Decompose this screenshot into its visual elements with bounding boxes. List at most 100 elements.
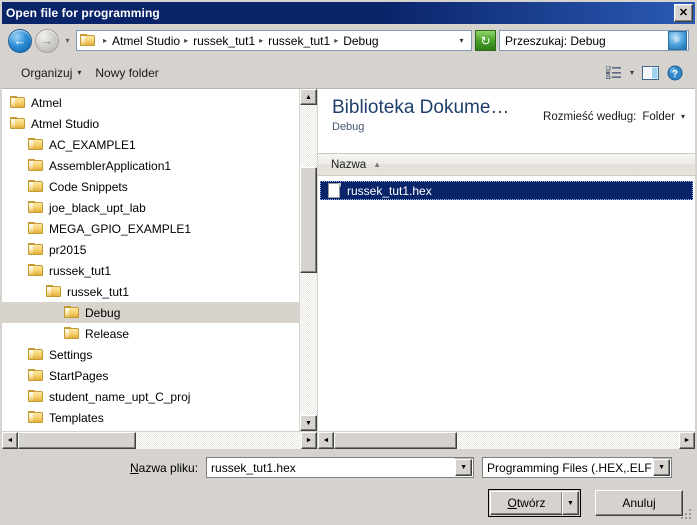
file-type-select[interactable]: Programming Files (.HEX,.ELF ) ▼ [482, 457, 673, 478]
tree-item-templates[interactable]: Templates [2, 407, 299, 428]
navigation-pane: Atmel Atmel Studio AC_EXAMPLE1 AssemblerApp… [2, 89, 318, 449]
list-view-icon [605, 66, 621, 79]
breadcrumb-item-3[interactable]: Debug [341, 34, 380, 48]
filename-input[interactable]: russek_tut1.hex ▼ [206, 457, 475, 478]
folder-tree[interactable]: Atmel Atmel Studio AC_EXAMPLE1 AssemblerApp… [2, 89, 299, 431]
sort-ascending-icon: ▲ [373, 159, 382, 169]
scroll-thumb[interactable] [18, 432, 136, 449]
scroll-track[interactable] [18, 432, 301, 449]
tree-item-code-snippets[interactable]: Code Snippets [2, 176, 299, 197]
new-folder-button[interactable]: Nowy folder [88, 63, 165, 83]
scroll-up-button[interactable]: ▲ [300, 89, 317, 105]
column-header-name[interactable]: Nazwa [331, 159, 366, 171]
chevron-down-icon[interactable]: ▼ [653, 459, 671, 476]
folder-icon [28, 222, 44, 235]
dialog-footer: Nazwa pliku: russek_tut1.hex ▼ Programmi… [2, 449, 695, 523]
back-button[interactable]: ← [8, 28, 32, 53]
scroll-left-button[interactable]: ◄ [318, 432, 334, 449]
organize-label: Organizuj [21, 65, 73, 80]
close-icon[interactable]: ✕ [674, 4, 693, 22]
folder-icon [28, 264, 44, 277]
arrange-by-value: Folder [642, 111, 675, 123]
page-title: Biblioteka Dokume… [332, 97, 510, 118]
tree-item-debug[interactable]: Debug [2, 302, 299, 323]
resize-grip[interactable] [680, 509, 692, 521]
search-icon[interactable]: ⌕ [668, 31, 687, 50]
view-mode-button[interactable] [602, 63, 626, 82]
chevron-down-icon[interactable]: ▾ [454, 36, 469, 45]
breadcrumb-separator-2: ▸ [259, 35, 264, 45]
tree-item-label: Code Snippets [49, 179, 128, 194]
tree-item-label: joe_black_upt_lab [49, 200, 146, 215]
tree-item-label: Templates [49, 410, 104, 425]
chevron-down-icon[interactable]: ▼ [455, 459, 473, 476]
search-placeholder: Przeszukaj: Debug [505, 33, 606, 48]
tree-item-mega-gpio-example1[interactable]: MEGA_GPIO_EXAMPLE1 [2, 218, 299, 239]
tree-item-release[interactable]: Release [2, 323, 299, 344]
svg-text:?: ? [672, 69, 678, 80]
window-title: Open file for programming [6, 6, 160, 20]
tree-item-label: student_name_upt_C_proj [49, 389, 191, 404]
filename-label-rest: azwa pliku: [138, 460, 199, 475]
folder-icon [28, 138, 44, 151]
open-dropdown-icon[interactable]: ▼ [562, 491, 579, 515]
scroll-track[interactable] [334, 432, 679, 449]
tree-item-label: StartPages [49, 368, 109, 383]
breadcrumb-separator-0: ▸ [103, 35, 108, 45]
tree-item-russek-tut1[interactable]: russek_tut1 [2, 260, 299, 281]
preview-pane-button[interactable] [638, 63, 663, 83]
arrange-by-control[interactable]: Rozmieść według: Folder ▾ [543, 97, 685, 123]
filename-row: Nazwa pliku: russek_tut1.hex ▼ Programmi… [12, 457, 685, 478]
history-dropdown-icon[interactable]: ▾ [62, 36, 73, 45]
breadcrumb-item-1[interactable]: russek_tut1 [191, 34, 257, 48]
tree-item-joe-black-upt-lab[interactable]: joe_black_upt_lab [2, 197, 299, 218]
forward-button[interactable]: → [35, 28, 59, 53]
tree-item-russek-tut1[interactable]: russek_tut1 [2, 281, 299, 302]
scroll-left-button[interactable]: ◄ [2, 432, 18, 449]
tree-item-label: Release [85, 326, 130, 341]
folder-icon [28, 159, 44, 172]
scroll-thumb[interactable] [300, 167, 317, 273]
tree-item-assemblerapplication1[interactable]: AssemblerApplication1 [2, 155, 299, 176]
scroll-thumb[interactable] [334, 432, 457, 449]
refresh-icon[interactable]: ↻ [475, 30, 496, 51]
tree-item-label: MEGA_GPIO_EXAMPLE1 [49, 221, 192, 236]
tree-item-settings[interactable]: Settings [2, 344, 299, 365]
folder-icon [80, 34, 96, 47]
file-list[interactable]: russek_tut1.hex [318, 176, 695, 431]
scroll-down-button[interactable]: ▼ [300, 415, 317, 431]
tree-item-ac-example1[interactable]: AC_EXAMPLE1 [2, 134, 299, 155]
library-titles: Biblioteka Dokume… Debug [332, 97, 543, 134]
scroll-right-button[interactable]: ► [301, 432, 317, 449]
organize-button[interactable]: Organizuj ▾ [14, 63, 88, 83]
tree-vertical-scrollbar[interactable]: ▲ ▼ [299, 89, 317, 431]
address-bar[interactable]: ▸ Atmel Studio ▸ russek_tut1 ▸ russek_tu… [76, 30, 472, 51]
view-mode-dropdown[interactable]: ▾ [626, 66, 638, 80]
tree-item-label: Settings [49, 347, 93, 362]
open-button[interactable]: Otwórz [490, 491, 562, 515]
file-list-horizontal-scrollbar[interactable]: ◄ ► [318, 431, 695, 449]
tree-item-atmel-studio[interactable]: Atmel Studio [2, 113, 299, 134]
search-input[interactable]: Przeszukaj: Debug ⌕ [499, 30, 689, 51]
tree-item-student-name-upt-c-proj[interactable]: student_name_upt_C_proj [2, 386, 299, 407]
scroll-right-button[interactable]: ► [679, 432, 695, 449]
folder-icon [28, 180, 44, 193]
tree-item-startpages[interactable]: StartPages [2, 365, 299, 386]
help-button[interactable]: ? [663, 62, 687, 84]
tree-horizontal-scrollbar[interactable]: ◄ ► [2, 431, 317, 449]
breadcrumb-item-0[interactable]: Atmel Studio [110, 34, 182, 48]
breadcrumb-item-2[interactable]: russek_tut1 [266, 34, 332, 48]
tree-item-label: russek_tut1 [49, 263, 112, 278]
open-button-accel: O [507, 496, 517, 510]
filename-value[interactable]: russek_tut1.hex [207, 458, 456, 477]
file-list-item[interactable]: russek_tut1.hex [320, 181, 693, 200]
scroll-track[interactable] [300, 105, 317, 415]
tree-item-atmel[interactable]: Atmel [2, 92, 299, 113]
tree-item-label: pr2015 [49, 242, 87, 257]
open-split-button[interactable]: Otwórz ▼ [488, 489, 581, 517]
folder-icon [28, 201, 44, 214]
tree-item-pr2015[interactable]: pr2015 [2, 239, 299, 260]
tree-wrapper: Atmel Atmel Studio AC_EXAMPLE1 AssemblerApp… [2, 89, 317, 431]
file-type-value[interactable]: Programming Files (.HEX,.ELF ) [483, 458, 654, 477]
cancel-button[interactable]: Anuluj [595, 490, 683, 516]
